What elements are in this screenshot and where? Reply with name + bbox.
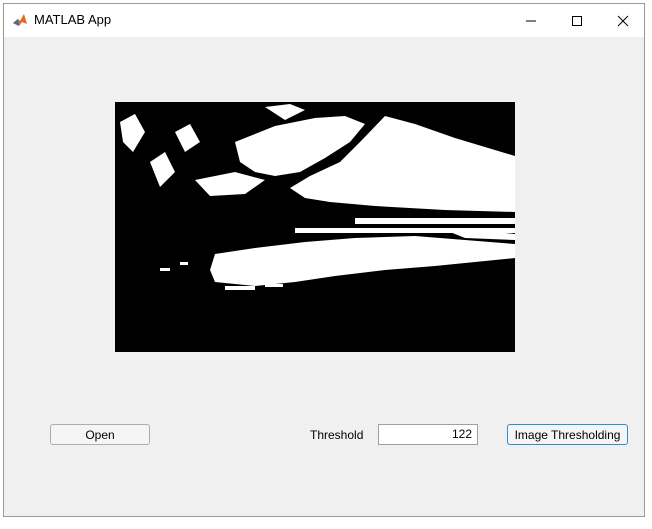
window-title: MATLAB App: [34, 12, 112, 27]
open-button[interactable]: Open: [50, 424, 150, 445]
minimize-icon: [526, 20, 536, 21]
thresholded-image: [115, 102, 515, 352]
close-button[interactable]: [600, 4, 646, 37]
close-icon: [617, 15, 629, 26]
maximize-icon: [572, 15, 582, 26]
image-thresholding-button[interactable]: Image Thresholding: [507, 424, 628, 445]
matlab-icon: [12, 12, 28, 28]
threshold-label: Threshold: [310, 428, 364, 442]
minimize-button[interactable]: [508, 4, 554, 37]
app-window: MATLAB App Open Threshold 122 Image Thre…: [3, 3, 645, 517]
threshold-input[interactable]: 122: [378, 424, 478, 445]
title-bar: MATLAB App: [4, 4, 644, 37]
maximize-button[interactable]: [554, 4, 600, 37]
